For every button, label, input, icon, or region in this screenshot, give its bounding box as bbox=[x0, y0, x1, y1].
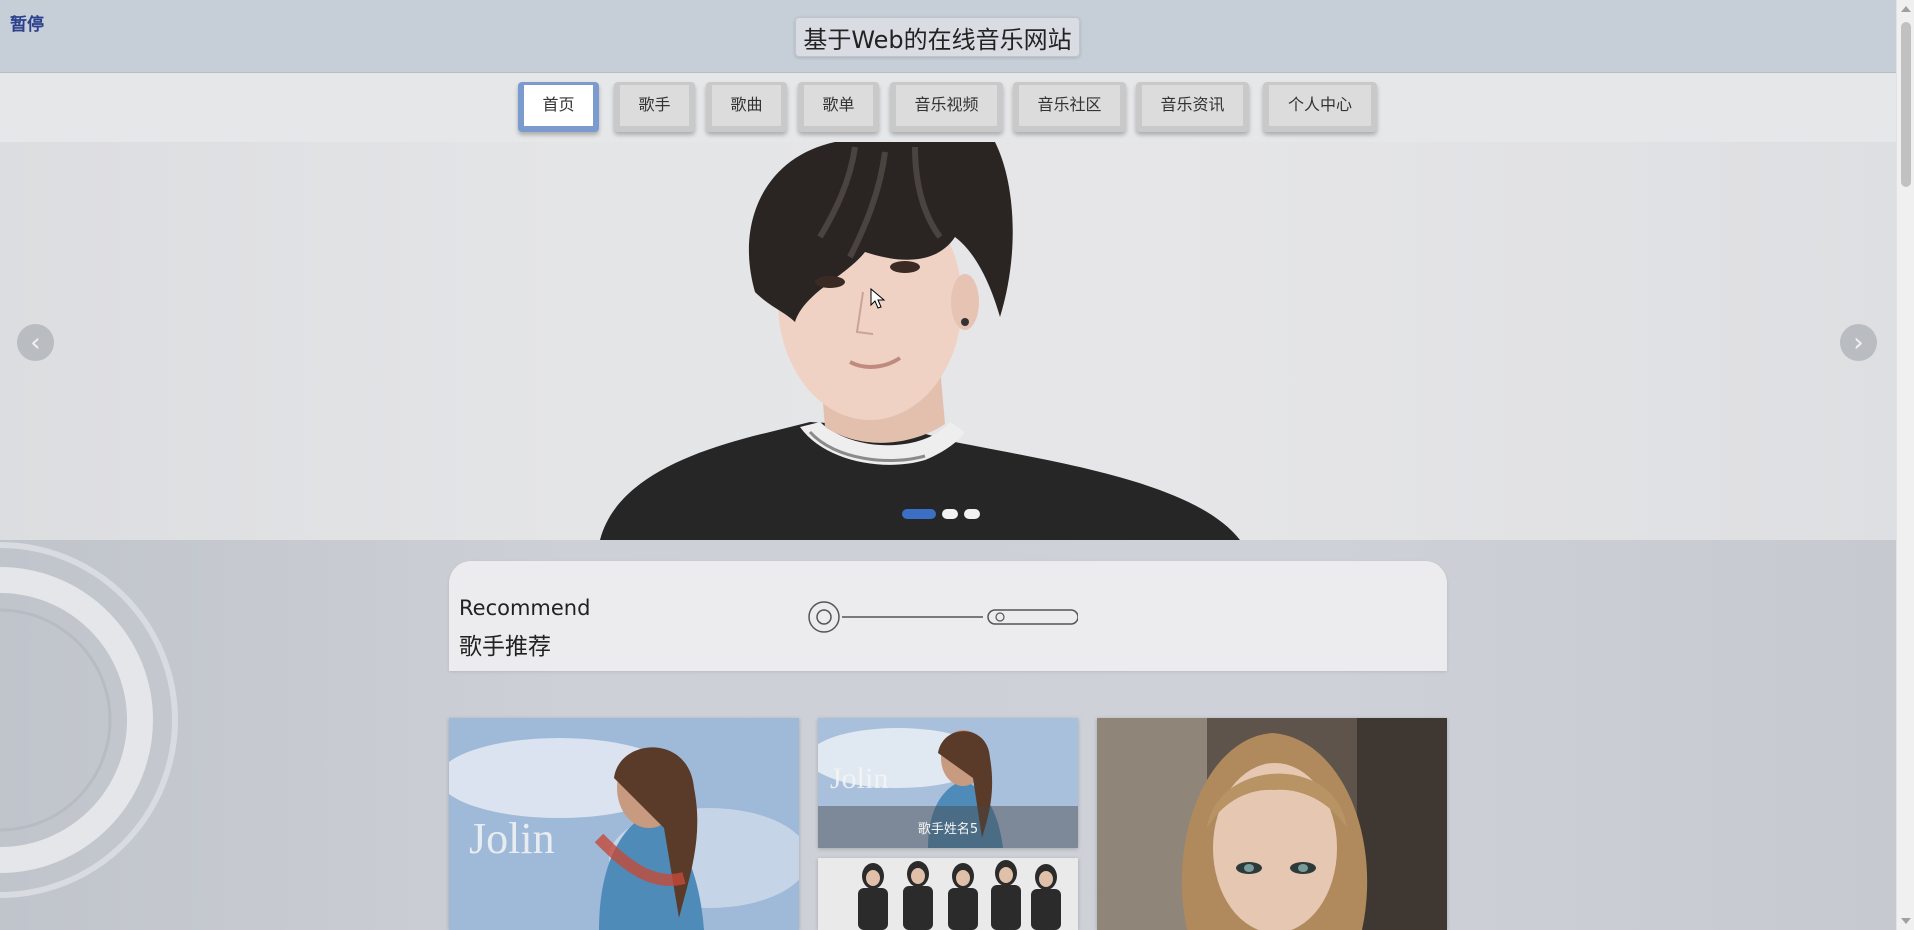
nav-item-singers[interactable]: 歌手 bbox=[614, 82, 695, 132]
carousel-dot[interactable] bbox=[902, 509, 936, 519]
nav-item-playlists[interactable]: 歌单 bbox=[798, 82, 879, 132]
recommend-title-en: Recommend bbox=[459, 596, 591, 620]
carousel-dot[interactable] bbox=[942, 509, 958, 519]
site-header: 暂停 基于Web的在线音乐网站 bbox=[0, 0, 1896, 73]
singer-name-caption: 歌手姓名5 bbox=[818, 806, 1078, 848]
scrollbar-thumb[interactable] bbox=[1901, 22, 1911, 187]
carousel-prev-button[interactable]: ‹ bbox=[17, 324, 54, 361]
nav-item-songs[interactable]: 歌曲 bbox=[706, 82, 787, 132]
nav-item-home[interactable]: 首页 bbox=[518, 82, 599, 132]
svg-text:Jolin: Jolin bbox=[830, 762, 888, 795]
content-area: Recommend 歌手推荐 Jolin Jolin 歌手姓名5 bbox=[0, 540, 1896, 930]
svg-text:Jolin: Jolin bbox=[469, 814, 555, 863]
banner-carousel: ‹ › bbox=[0, 142, 1896, 540]
singer-photo bbox=[818, 858, 1078, 930]
recommend-section-header: Recommend 歌手推荐 bbox=[449, 561, 1447, 671]
decorative-ring bbox=[0, 542, 178, 898]
chevron-right-icon: › bbox=[1853, 327, 1864, 358]
scroll-down-arrow-icon[interactable] bbox=[1901, 918, 1911, 924]
divider-decoration-icon bbox=[808, 601, 1078, 633]
singer-photo bbox=[1097, 718, 1447, 930]
nav-item-music-news[interactable]: 音乐资讯 bbox=[1136, 82, 1249, 132]
pause-button[interactable]: 暂停 bbox=[10, 10, 44, 35]
nav-item-music-community[interactable]: 音乐社区 bbox=[1013, 82, 1126, 132]
page-scrollbar[interactable] bbox=[1896, 0, 1914, 930]
main-nav: 首页 歌手 歌曲 歌单 音乐视频 音乐社区 音乐资讯 个人中心 bbox=[0, 73, 1896, 142]
mouse-cursor-icon bbox=[870, 288, 886, 309]
carousel-dot[interactable] bbox=[964, 509, 980, 519]
site-title: 基于Web的在线音乐网站 bbox=[795, 17, 1080, 57]
nav-item-personal-center[interactable]: 个人中心 bbox=[1263, 82, 1377, 132]
banner-singer-image[interactable] bbox=[595, 142, 1245, 540]
scroll-up-arrow-icon[interactable] bbox=[1901, 6, 1911, 12]
nav-item-music-videos[interactable]: 音乐视频 bbox=[890, 82, 1003, 132]
singer-card-group[interactable] bbox=[818, 858, 1078, 930]
singer-card-large-right[interactable] bbox=[1097, 718, 1447, 930]
recommend-title-cn: 歌手推荐 bbox=[459, 634, 551, 660]
singer-card-5[interactable]: Jolin 歌手姓名5 bbox=[818, 718, 1078, 848]
carousel-indicators bbox=[902, 509, 980, 519]
singer-photo: Jolin bbox=[449, 718, 799, 930]
singer-card-large-left[interactable]: Jolin bbox=[449, 718, 799, 930]
carousel-next-button[interactable]: › bbox=[1840, 324, 1877, 361]
chevron-left-icon: ‹ bbox=[30, 327, 41, 358]
